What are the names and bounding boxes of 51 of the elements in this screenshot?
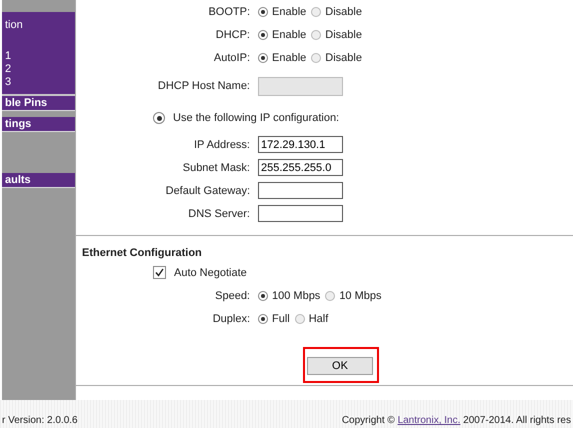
radio-button[interactable] <box>311 52 322 62</box>
field-label: Default Gateway: <box>164 184 251 196</box>
option-label: 100 Mbps <box>272 290 320 302</box>
field-label: Subnet Mask: <box>182 162 251 174</box>
input-field[interactable] <box>258 182 343 199</box>
radio-button[interactable] <box>258 6 268 16</box>
option-label: 10 Mbps <box>339 290 382 302</box>
radio-button[interactable] <box>311 6 322 16</box>
sidebar-link[interactable]: 3 <box>5 76 12 89</box>
sidebar-header[interactable]: tings <box>2 117 75 132</box>
field-label: IP Address: <box>192 138 251 150</box>
option-label: Enable <box>272 6 306 18</box>
option-label: Disable <box>325 6 362 18</box>
copyright-text: Copyright © <box>342 415 395 426</box>
radio-button[interactable] <box>258 52 268 62</box>
input-field[interactable] <box>258 205 343 222</box>
radio-button[interactable] <box>311 30 322 40</box>
company-link[interactable]: Lantronix, Inc. <box>398 415 460 426</box>
sidebar-header[interactable]: ble Pins <box>2 96 75 111</box>
section-title: Ethernet Configuration <box>82 247 203 259</box>
field-label: BOOTP: <box>207 6 251 18</box>
checkbox[interactable] <box>153 266 166 279</box>
radio-button[interactable] <box>294 314 305 324</box>
option-label: Enable <box>272 52 306 64</box>
radio-button[interactable] <box>153 112 165 124</box>
field-label: DNS Server: <box>187 208 251 220</box>
radio-button[interactable] <box>325 290 336 300</box>
copyright-text: 2007-2014. All rights res <box>463 415 571 426</box>
ok-button[interactable]: OK <box>307 357 373 375</box>
option-label: Half <box>308 312 328 324</box>
sidebar-link[interactable]: 2 <box>5 63 12 76</box>
option-label: Disable <box>325 52 362 64</box>
option-label: Full <box>272 312 290 324</box>
sidebar-link[interactable]: 1 <box>5 50 12 63</box>
field-label: DHCP Host Name: <box>156 80 251 92</box>
field-label: DHCP: <box>214 28 251 40</box>
option-label: Use the following IP configuration: <box>173 112 340 124</box>
input-field[interactable]: 255.255.255.0 <box>258 159 343 176</box>
option-label: Disable <box>325 28 362 40</box>
option-label: Auto Negotiate <box>174 266 247 278</box>
sidebar-link[interactable]: tion <box>5 19 23 32</box>
option-label: Enable <box>272 28 306 40</box>
field-label: AutoIP: <box>212 52 251 64</box>
radio-button[interactable] <box>258 290 268 300</box>
radio-button[interactable] <box>258 314 268 324</box>
field-label: Duplex: <box>212 312 251 324</box>
input-field[interactable]: 172.29.130.1 <box>258 136 343 153</box>
version-text: r Version: 2.0.0.6 <box>2 415 78 426</box>
sidebar-header[interactable]: aults <box>2 173 75 188</box>
field-label: Speed: <box>214 290 251 302</box>
radio-button[interactable] <box>258 30 268 40</box>
